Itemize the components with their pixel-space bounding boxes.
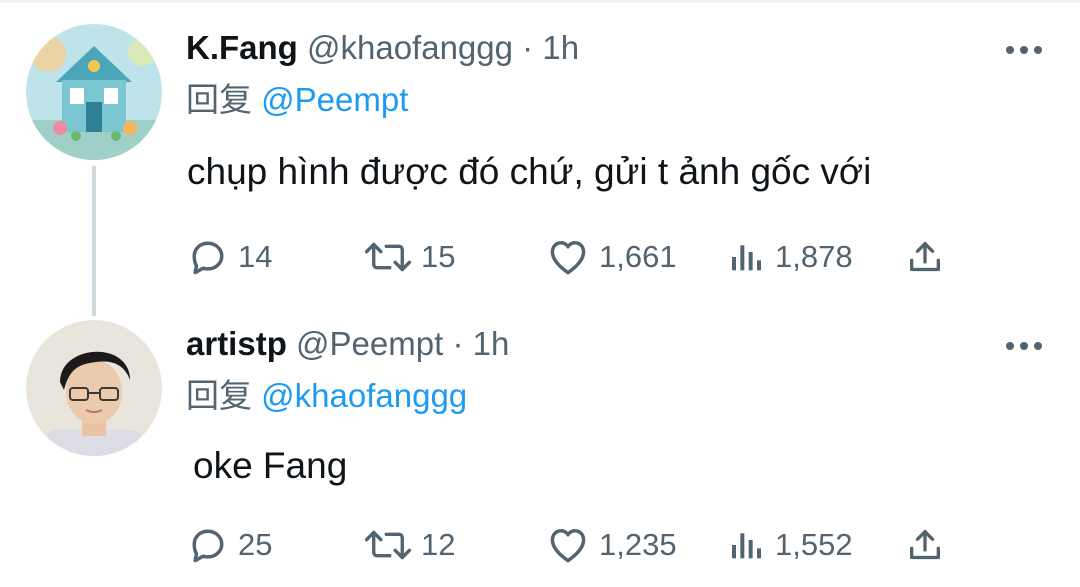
reply-count: 25	[238, 527, 273, 562]
user-handle[interactable]: @Peempt	[296, 325, 443, 362]
user-handle[interactable]: @khaofanggg	[307, 29, 513, 66]
retweet-icon	[364, 530, 412, 560]
action-bar: 25 12 1,235 1,552	[0, 520, 1080, 570]
separator-dot: ·	[522, 29, 534, 66]
more-icon[interactable]	[1006, 341, 1042, 351]
reply-context: 回复 @Peempt	[186, 80, 408, 120]
views-icon	[732, 245, 761, 271]
share-button[interactable]	[905, 232, 945, 282]
reply-handle-link[interactable]: @khaofanggg	[261, 377, 467, 414]
retweet-count: 12	[421, 527, 456, 562]
share-icon	[910, 530, 940, 560]
separator-dot: ·	[452, 325, 464, 362]
retweet-button[interactable]: 12	[363, 520, 455, 570]
like-button[interactable]: 1,235	[545, 520, 677, 570]
like-count: 1,235	[599, 527, 677, 562]
share-button[interactable]	[905, 520, 945, 570]
like-button[interactable]: 1,661	[545, 232, 677, 282]
action-bar: 14 15 1,661 1,878	[0, 232, 1080, 282]
reply-button[interactable]: 14	[186, 232, 272, 282]
more-icon[interactable]	[1006, 45, 1042, 55]
tweet-1[interactable]: K.Fang @khaofanggg · 1h 回复 @Peempt chụp …	[0, 0, 1080, 316]
avatar[interactable]	[26, 320, 162, 456]
views-count: 1,552	[775, 527, 853, 562]
tweet-header: K.Fang @khaofanggg · 1h	[186, 28, 579, 68]
views-button[interactable]: 1,878	[727, 232, 853, 282]
reply-handle-link[interactable]: @Peempt	[261, 81, 408, 118]
reply-label: 回复	[186, 81, 252, 118]
retweet-icon	[364, 242, 412, 272]
heart-icon	[550, 240, 586, 275]
share-icon	[910, 242, 940, 272]
reply-button[interactable]: 25	[186, 520, 272, 570]
tweet-header: artistp @Peempt · 1h	[186, 324, 509, 364]
views-count: 1,878	[775, 239, 853, 274]
tweet-text: chụp hình được đó chứ, gửi t ảnh gốc với	[187, 151, 872, 192]
retweet-button[interactable]: 15	[363, 232, 455, 282]
display-name[interactable]: artistp	[186, 325, 287, 362]
views-icon	[732, 533, 761, 559]
reply-label: 回复	[186, 377, 252, 414]
timestamp[interactable]: 1h	[473, 325, 510, 362]
retweet-count: 15	[421, 239, 456, 274]
avatar[interactable]	[26, 24, 162, 160]
tweet-2[interactable]: artistp @Peempt · 1h 回复 @khaofanggg oke …	[0, 300, 1080, 587]
comment-icon	[192, 241, 224, 275]
views-button[interactable]: 1,552	[727, 520, 853, 570]
reply-count: 14	[238, 239, 273, 274]
heart-icon	[550, 528, 586, 563]
reply-context: 回复 @khaofanggg	[186, 376, 467, 416]
tweet-text: oke Fang	[193, 445, 348, 486]
display-name[interactable]: K.Fang	[186, 29, 298, 66]
timestamp[interactable]: 1h	[542, 29, 579, 66]
comment-icon	[192, 529, 224, 563]
like-count: 1,661	[599, 239, 677, 274]
